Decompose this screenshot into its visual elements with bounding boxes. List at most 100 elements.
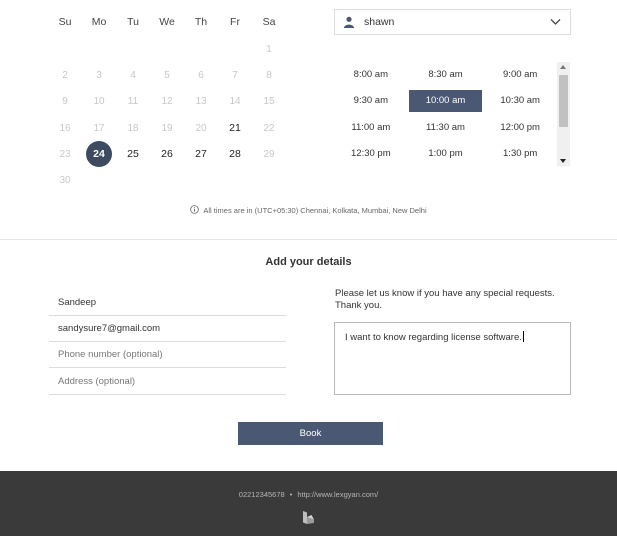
calendar-day[interactable]: 28	[218, 148, 252, 160]
calendar-day-label: 23	[59, 148, 71, 160]
calendar-day: 16	[48, 123, 82, 134]
time-slot[interactable]: 11:30 am	[409, 117, 483, 139]
calendar-day-label: 5	[164, 69, 170, 81]
calendar-day-label: 17	[93, 122, 105, 134]
calendar-day: 14	[218, 96, 252, 107]
calendar-day-label: 12	[161, 96, 173, 108]
footer-contact: 02212345678 • http://www.lexgyan.com/	[0, 490, 617, 499]
time-slot[interactable]: 9:30 am	[334, 90, 408, 112]
calendar-day: 30	[48, 175, 82, 186]
calendar-day-label: 15	[263, 96, 275, 108]
name-field[interactable]: Sandeep	[49, 290, 286, 316]
timezone-note: All times are in (UTC+05:30) Chennai, Ko…	[0, 205, 617, 215]
calendar-day-label: 24	[93, 148, 105, 161]
calendar-day-label: 10	[93, 96, 105, 108]
calendar-day: 20	[184, 123, 218, 134]
scroll-down-icon[interactable]	[560, 159, 566, 163]
calendar-day-label: 30	[59, 175, 71, 187]
calendar-day-label: 16	[59, 122, 71, 134]
calendar-day-label: 4	[130, 69, 136, 81]
time-slot[interactable]: 1:30 pm	[483, 143, 557, 165]
calendar-day: 5	[150, 70, 184, 81]
phone-field[interactable]: Phone number (optional)	[49, 342, 286, 368]
calendar-day: 12	[150, 96, 184, 107]
calendar-week: 30	[48, 167, 286, 193]
calendar: Su Mo Tu We Th Fr Sa 1 2 3 4 5 6 7 8 9 10 11 12 13 14…	[48, 8, 286, 194]
calendar-day-label: 25	[127, 148, 139, 161]
calendar-day-label: 8	[266, 69, 272, 81]
calendar-day: 23	[48, 149, 82, 160]
info-icon	[190, 205, 200, 214]
calendar-day-label: 18	[127, 122, 139, 134]
special-requests-text: I want to know regarding license softwar…	[345, 332, 522, 343]
special-requests-textarea[interactable]: I want to know regarding license softwar…	[334, 322, 571, 395]
time-slot[interactable]: 8:30 am	[409, 64, 483, 86]
time-slot[interactable]: 12:00 pm	[483, 117, 557, 139]
calendar-day: 22	[252, 123, 286, 134]
details-title: Add your details	[265, 256, 352, 268]
calendar-day: 7	[218, 70, 252, 81]
book-button[interactable]: Book	[238, 422, 383, 445]
time-slot-scrollbar[interactable]	[557, 62, 570, 166]
calendar-day: 13	[184, 96, 218, 107]
weekday-label: Sa	[262, 16, 276, 28]
address-field[interactable]: Address (optional)	[49, 369, 286, 395]
time-slot-row: 9:30 am 10:00 am 10:30 am	[334, 88, 558, 114]
scrollbar-thumb[interactable]	[559, 75, 568, 127]
chevron-down-icon	[550, 19, 561, 25]
calendar-day[interactable]: 25	[116, 148, 150, 160]
calendar-day[interactable]: 21	[218, 122, 252, 134]
calendar-day-label: 11	[127, 96, 139, 108]
footer-phone: 02212345678	[238, 490, 285, 499]
calendar-day: 19	[150, 123, 184, 134]
calendar-day: 10	[82, 96, 116, 107]
calendar-day: 29	[252, 149, 286, 160]
weekday-label: Th	[194, 16, 208, 28]
special-requests-label: Please let us know if you have any speci…	[335, 288, 555, 311]
calendar-day-label: 20	[195, 122, 207, 134]
calendar-day[interactable]: 24	[82, 141, 116, 168]
calendar-day[interactable]: 26	[150, 148, 184, 160]
section-divider	[0, 239, 617, 240]
calendar-day: 1	[252, 44, 286, 55]
footer-url[interactable]: http://www.lexgyan.com/	[297, 490, 378, 499]
calendar-day: 11	[116, 96, 150, 107]
time-slot-row: 11:00 am 11:30 am 12:00 pm	[334, 115, 558, 141]
calendar-day: 8	[252, 70, 286, 81]
calendar-day-label: 13	[195, 96, 207, 108]
time-slot[interactable]: 1:00 pm	[409, 143, 483, 165]
time-slot-list: 8:00 am 8:30 am 9:00 am 9:30 am 10:00 am 10:3…	[334, 62, 558, 167]
calendar-week: 9 10 11 12 13 14 15	[48, 89, 286, 115]
weekday-label: We	[159, 16, 175, 28]
email-field[interactable]: sandysure7@gmail.com	[49, 316, 286, 342]
time-slot[interactable]: 9:00 am	[483, 64, 557, 86]
calendar-day-label: 9	[62, 96, 68, 108]
calendar-day-label: 1	[266, 43, 272, 55]
calendar-day-label: 29	[263, 148, 275, 160]
calendar-day-label: 3	[96, 69, 102, 81]
time-slot[interactable]: 8:00 am	[334, 64, 408, 86]
time-slot-row: 8:00 am 8:30 am 9:00 am	[334, 62, 558, 88]
weekday-label: Mo	[91, 16, 107, 28]
calendar-day-label: 26	[161, 148, 173, 161]
person-icon	[344, 16, 354, 28]
calendar-day-label: 2	[62, 69, 68, 81]
time-slot[interactable]: 11:00 am	[334, 117, 408, 139]
calendar-day-label: 14	[229, 96, 241, 108]
calendar-day[interactable]: 27	[184, 148, 218, 160]
footer: 02212345678 • http://www.lexgyan.com/	[0, 471, 617, 536]
calendar-day: 9	[48, 96, 82, 107]
calendar-day-label: 21	[229, 122, 241, 135]
calendar-week: 1	[48, 36, 286, 62]
scroll-up-icon[interactable]	[560, 65, 566, 69]
calendar-grid: 1 2 3 4 5 6 7 8 9 10 11 12 13 14 15 16 17 18 19 20 21 22 23 24 2…	[48, 36, 286, 194]
time-slot[interactable]: 12:30 pm	[334, 143, 408, 165]
staff-select[interactable]: shawn	[334, 9, 571, 35]
time-slot[interactable]: 10:30 am	[483, 90, 557, 112]
timezone-text: All times are in (UTC+05:30) Chennai, Ko…	[203, 206, 427, 215]
calendar-week: 23 24 25 26 27 28 29	[48, 141, 286, 168]
calendar-week: 16 17 18 19 20 21 22	[48, 115, 286, 141]
time-slot[interactable]: 10:00 am	[408, 90, 483, 113]
calendar-day: 4	[116, 70, 150, 81]
calendar-day-label: 19	[161, 122, 173, 134]
